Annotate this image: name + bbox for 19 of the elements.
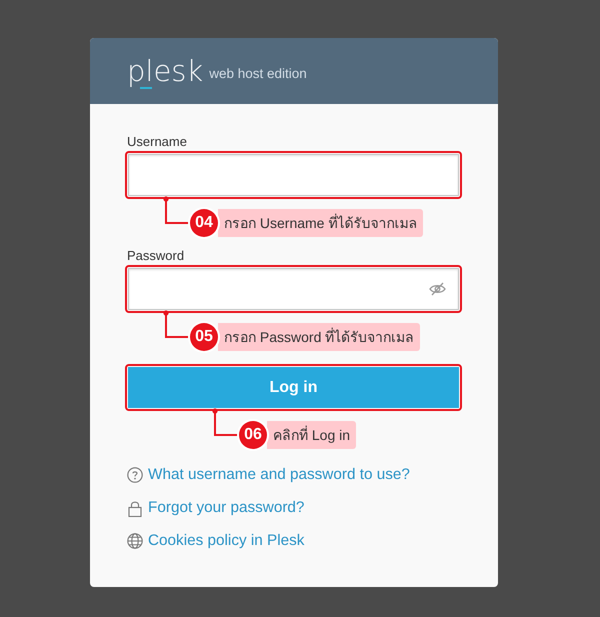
- step-badge: 06: [239, 421, 267, 449]
- step-badge: 05: [190, 323, 218, 351]
- help-icon: [127, 467, 143, 483]
- globe-icon: [127, 533, 143, 549]
- logo-text: plesk: [127, 56, 204, 86]
- field-label: Password: [127, 248, 184, 264]
- lock-icon: [127, 500, 143, 516]
- cookies-policy-link[interactable]: Cookies policy in Plesk: [148, 530, 304, 552]
- eye-slash-icon[interactable]: [429, 282, 446, 296]
- callout-label: กรอก Username ที่ได้รับจากเมล: [218, 209, 424, 237]
- step-badge: 04: [190, 209, 218, 237]
- logo-accent-icon: [140, 87, 152, 89]
- field-label: Username: [127, 134, 187, 150]
- edition-subtitle: web host edition: [209, 65, 307, 83]
- credentials-help-link[interactable]: What username and password to use?: [148, 464, 410, 486]
- forgot-password-link[interactable]: Forgot your password?: [148, 497, 304, 519]
- callout-label: กรอก Password ที่ได้รับจากเมล: [218, 323, 420, 351]
- callout-label: คลิกที่ Log in: [267, 421, 356, 449]
- login-button[interactable]: Log in: [128, 367, 459, 408]
